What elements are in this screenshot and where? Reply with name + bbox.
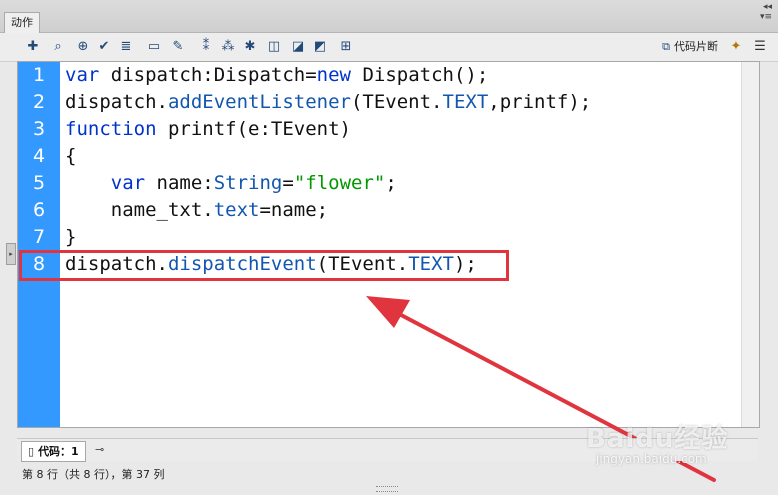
arrow-head <box>366 296 410 328</box>
code-tab[interactable]: ▯ 代码：1 <box>21 441 86 462</box>
watermark: Baidu经验 jingyan.baidu.com <box>586 418 756 478</box>
watermark-url: jingyan.baidu.com <box>596 452 707 466</box>
status-bar: 第 8 行（共 8 行），第 37 列 <box>22 468 165 481</box>
resize-grip[interactable] <box>376 486 398 492</box>
pin-script-icon[interactable]: ⊸ <box>95 443 104 456</box>
watermark-logo: Baidu经验 <box>586 424 729 454</box>
document-icon: ▯ <box>28 445 35 458</box>
code-tab-label: 代码：1 <box>38 445 79 458</box>
actions-panel: 动作 ◂◂ ▾≡ ✚ ⌕ ⊕ ✔ ≣ ▭ ✎ ⁑ ⁂ ✱ ◫ ◪ ◩ ⊞ ⧉ 代码… <box>0 0 778 495</box>
